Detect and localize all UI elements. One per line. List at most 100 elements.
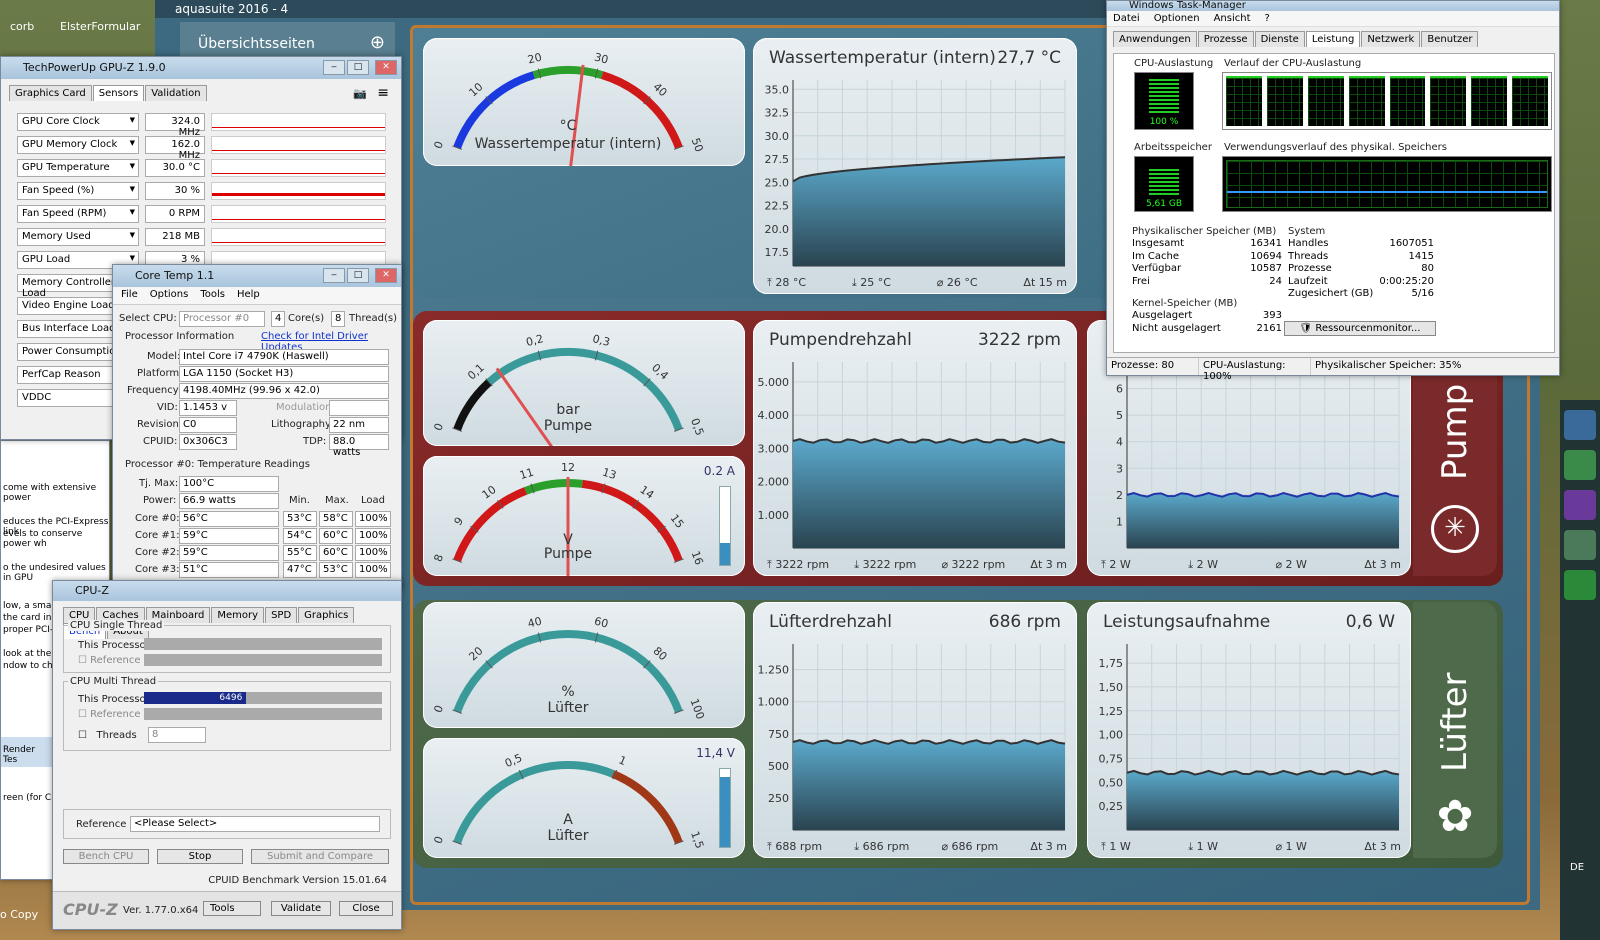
stat-row: Insgesamt 16341 (1132, 238, 1282, 251)
cpuz-titlebar[interactable]: CPU-Z (53, 581, 401, 601)
stat-label: Prozesse (1288, 263, 1332, 274)
menu-tools[interactable]: Tools (200, 289, 225, 302)
coretemp-titlebar[interactable]: Core Temp 1.1 ‒ □ ✕ (113, 265, 401, 287)
menu-view[interactable]: Ansicht (1214, 13, 1251, 24)
menu-file[interactable]: Datei (1113, 13, 1140, 24)
close-button[interactable]: Close (339, 901, 393, 916)
minimize-button[interactable]: ‒ (323, 60, 345, 75)
cpuid-value: 0x306C3 (179, 434, 237, 450)
core-temp: 56°C (179, 511, 279, 527)
close-button[interactable]: ✕ (375, 60, 397, 75)
gauge-tick-label: 1,5 (688, 830, 706, 851)
tab-netzwerk[interactable]: Netzwerk (1361, 31, 1421, 47)
processor-select[interactable]: Processor #0 (179, 311, 265, 327)
pump-section-text: Pump (1435, 383, 1475, 480)
tab-graphics[interactable]: Graphics (298, 607, 355, 623)
tab-validation[interactable]: Validation (145, 85, 207, 101)
reference-select[interactable]: <Please Select> (130, 816, 380, 832)
cpuz-logo: CPU-Z (63, 900, 118, 919)
sensor-graph (211, 228, 386, 246)
sensor-name-select[interactable]: Fan Speed (%) (17, 182, 139, 200)
app-icon[interactable] (1564, 530, 1596, 560)
reference-checkbox[interactable]: ☐ Reference (78, 655, 141, 666)
desktop-icon-label[interactable]: ElsterFormular (60, 20, 140, 33)
taskmgr-titlebar[interactable]: Windows Task-Manager (1107, 1, 1559, 11)
threads-checkbox[interactable]: ☐ Threads (78, 730, 137, 741)
overview-pages-label: Übersichtsseiten (198, 36, 315, 52)
app-icon[interactable] (1564, 570, 1596, 600)
fan-voltage-bar (719, 768, 731, 848)
add-icon[interactable]: ⊕ (370, 32, 385, 53)
tdp-value: 88.0 watts (329, 434, 389, 458)
y-tick-label: 3 (1116, 462, 1123, 475)
menu-help[interactable]: Help (237, 289, 260, 302)
menu-icon[interactable]: ≡ (377, 85, 389, 101)
sensor-name-select[interactable]: GPU Temperature (17, 159, 139, 177)
gpuz-titlebar[interactable]: TechPowerUp GPU-Z 1.9.0 ‒ □ ✕ (1, 57, 401, 79)
app-icon[interactable] (1564, 450, 1596, 480)
desktop-icon-label[interactable]: o Copy (0, 908, 38, 921)
gauge-tick-label: 0 (431, 703, 446, 714)
language-indicator[interactable]: DE (1570, 862, 1584, 873)
reference-checkbox[interactable]: ☐ Reference (78, 709, 141, 720)
sensor-name-select[interactable]: Memory Used (17, 228, 139, 246)
menu-file[interactable]: File (121, 289, 138, 302)
load-header: Load (361, 495, 385, 506)
version-label: Ver. 1.77.0.x64 (123, 905, 199, 916)
cpu-core-graph (1307, 76, 1344, 126)
threads-select[interactable]: 8 (148, 727, 206, 743)
desktop-icon-label[interactable]: corb (10, 20, 34, 33)
validate-button[interactable]: Validate (271, 901, 331, 916)
menu-options[interactable]: Options (150, 289, 189, 302)
core-label: Core #2: (135, 547, 180, 558)
maximize-button[interactable]: □ (347, 268, 369, 283)
chart-footer: ⤒ 3222 rpm ⤓ 3222 rpm ⌀ 3222 rpm Δt 3 m (767, 558, 1067, 572)
sensor-name-select[interactable]: Fan Speed (RPM) (17, 205, 139, 223)
stat-label: Handles (1288, 238, 1329, 249)
stop-button[interactable]: Stop (157, 849, 243, 864)
y-tick-label: 1,75 (1099, 657, 1124, 670)
bench-cpu-button[interactable]: Bench CPU (63, 849, 149, 864)
resource-monitor-button[interactable]: 🛡 Ressourcenmonitor... (1284, 321, 1436, 336)
y-tick-label: 2 (1116, 489, 1123, 502)
tab-graphics-card[interactable]: Graphics Card (9, 85, 92, 101)
tab-benutzer[interactable]: Benutzer (1421, 31, 1479, 47)
sensor-name-select[interactable]: GPU Memory Clock (17, 136, 139, 154)
tab-memory[interactable]: Memory (211, 607, 265, 623)
close-button[interactable]: ✕ (375, 268, 397, 283)
y-tick-label: 25.0 (765, 176, 790, 189)
stat-row: Laufzeit 0:00:25:20 (1288, 276, 1434, 289)
text-line: low, a small (3, 601, 57, 611)
app-icon[interactable] (1564, 490, 1596, 520)
status-cpu: CPU-Auslastung: 100% (1199, 358, 1311, 382)
core-label: Core #1: (135, 530, 180, 541)
minimize-button[interactable]: ‒ (323, 268, 345, 283)
tools-button[interactable]: Tools (203, 901, 261, 916)
cpu-history-label: Verlauf der CPU-Auslastung (1224, 58, 1362, 69)
sensor-name-select[interactable]: GPU Core Clock (17, 113, 139, 131)
status-processes: Prozesse: 80 (1107, 358, 1199, 375)
stat-label: Laufzeit (1288, 275, 1328, 287)
menu-help[interactable]: ? (1265, 13, 1270, 24)
y-tick-label: 750 (768, 728, 789, 741)
render-test-button[interactable]: Render Tes (1, 737, 53, 767)
tab-anwendungen[interactable]: Anwendungen (1113, 31, 1197, 47)
app-icon[interactable] (1564, 410, 1596, 440)
stat-label: Nicht ausgelagert (1132, 322, 1221, 334)
chart-area (793, 439, 1065, 548)
tab-prozesse[interactable]: Prozesse (1197, 31, 1254, 47)
chart-footer: ⤒ 28 °C ⤓ 25 °C ⌀ 26 °C Δt 15 m (767, 276, 1067, 290)
camera-icon[interactable]: 📷 (353, 87, 367, 100)
tab-dienste[interactable]: Dienste (1254, 31, 1305, 47)
avg-value: ⌀ 26 °C (936, 276, 978, 289)
maximize-button[interactable]: □ (347, 60, 369, 75)
menu-options[interactable]: Optionen (1154, 13, 1200, 24)
tab-sensors[interactable]: Sensors (92, 85, 145, 101)
gauge-pump-voltage: 8 9 10 11 12 13 14 15 16 V Pumpe 0.2 A (423, 456, 745, 620)
max-value: ⤒ 28 °C (767, 276, 807, 289)
submit-compare-button[interactable]: Submit and Compare (251, 849, 389, 864)
tab-leistung[interactable]: Leistung (1305, 31, 1361, 47)
tab-spd[interactable]: SPD (265, 607, 298, 623)
gauge-tick-label: 1 (617, 753, 629, 768)
fan-icon: ✿ (1436, 791, 1474, 842)
